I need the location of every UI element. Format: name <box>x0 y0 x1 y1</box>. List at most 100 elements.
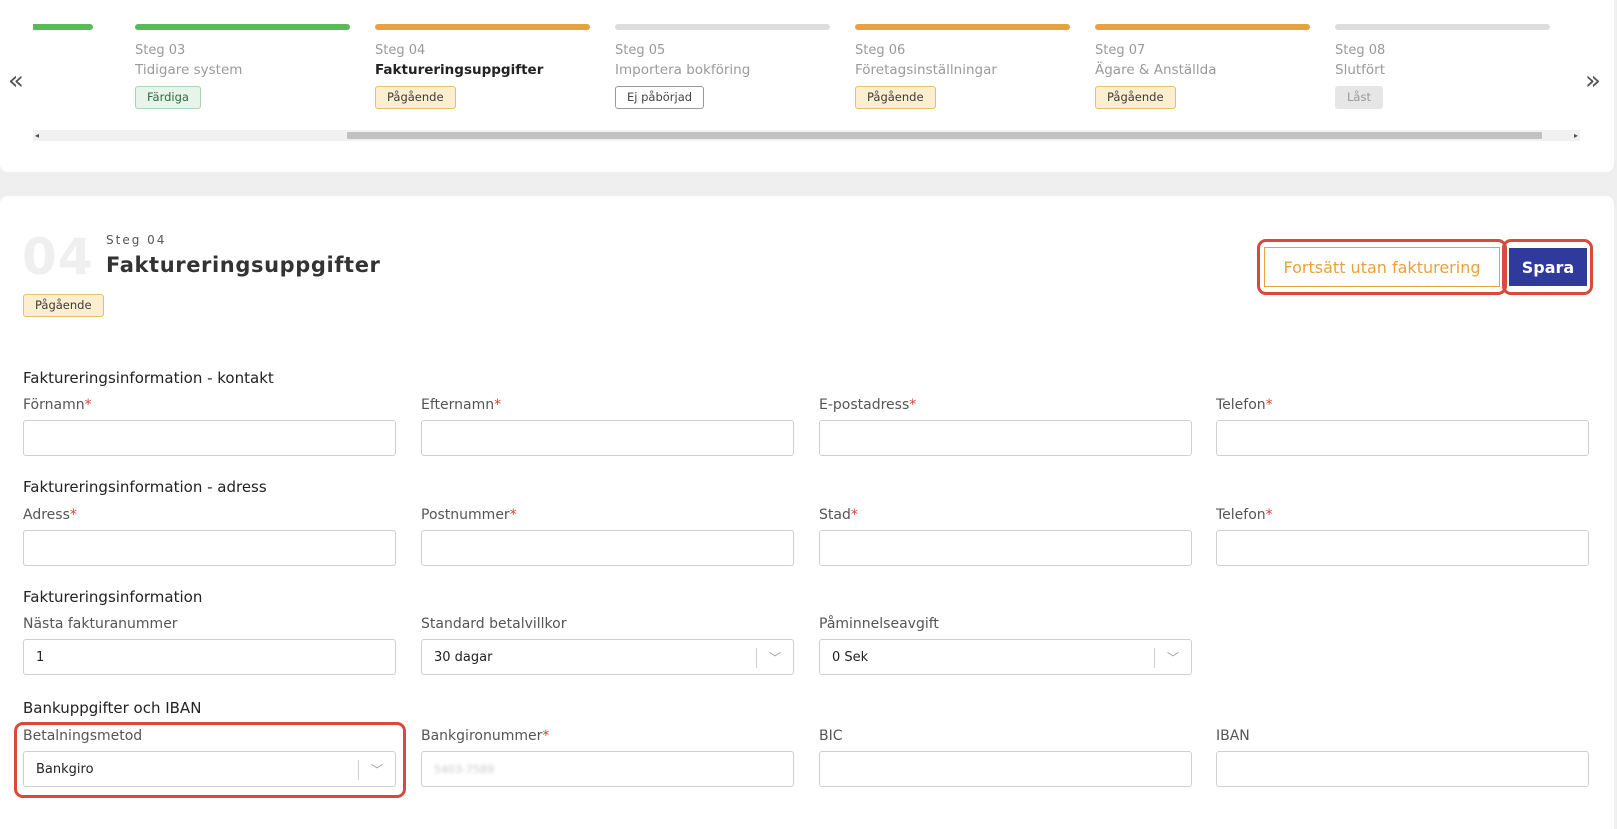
last-name-input[interactable] <box>421 420 794 456</box>
step-item-02[interactable] <box>33 24 93 124</box>
payment-method-label: Betalningsmetod <box>23 728 143 744</box>
required-marker: * <box>69 507 77 523</box>
required-marker: * <box>850 507 858 523</box>
scrollbar-thumb[interactable] <box>347 132 1542 139</box>
label-text: Bankgironummer <box>421 728 543 744</box>
page-status-badge: Pågående <box>23 294 104 317</box>
input-value: 1 <box>36 649 45 665</box>
page-step-label: Steg 04 <box>106 233 167 247</box>
iban-label: IBAN <box>1216 728 1250 744</box>
last-name-label: Efternamn* <box>421 397 501 413</box>
stepper-card: « Steg 03 Tidigare system Färdiga Steg 0… <box>0 0 1614 172</box>
step-item-06[interactable]: Steg 06 Företagsinställningar Pågående <box>855 24 1070 124</box>
step-progress-bar <box>33 24 93 30</box>
first-name-label: Förnamn* <box>23 397 92 413</box>
city-input[interactable] <box>819 530 1192 566</box>
required-marker: * <box>1265 397 1273 413</box>
city-label: Stad* <box>819 507 858 523</box>
bic-input[interactable] <box>819 751 1192 787</box>
chevron-down-icon[interactable]: ﹀ <box>769 649 781 666</box>
step-progress-bar <box>1095 24 1310 30</box>
payment-terms-label: Standard betalvillkor <box>421 616 567 632</box>
select-separator <box>1154 648 1155 668</box>
step-title: Importera bokföring <box>615 62 751 78</box>
select-separator <box>756 648 757 668</box>
section-title-bank: Bankuppgifter och IBAN <box>23 699 202 717</box>
step-progress-bar <box>855 24 1070 30</box>
step-big-number: 04 <box>22 228 94 286</box>
step-progress-bar <box>1335 24 1550 30</box>
main-card: 04 Steg 04 Faktureringsuppgifter Pågåend… <box>0 196 1614 829</box>
email-input[interactable] <box>819 420 1192 456</box>
save-button[interactable]: Spara <box>1509 248 1587 286</box>
required-marker: * <box>494 397 502 413</box>
label-text: Adress <box>23 507 70 523</box>
first-name-input[interactable] <box>23 420 396 456</box>
reminder-fee-select[interactable]: 0 Sek ﹀ <box>819 639 1192 675</box>
required-marker: * <box>909 397 917 413</box>
address-phone-input[interactable] <box>1216 530 1589 566</box>
chevron-down-icon[interactable]: ﹀ <box>1167 649 1179 666</box>
horizontal-scrollbar[interactable]: ◂ ▸ <box>33 130 1580 141</box>
contact-phone-input[interactable] <box>1216 420 1589 456</box>
label-text: Telefon <box>1216 397 1266 413</box>
section-title-invoicing: Faktureringsinformation <box>23 588 203 606</box>
stepper-prev-icon[interactable]: « <box>8 68 24 94</box>
step-item-05[interactable]: Steg 05 Importera bokföring Ej påbörjad <box>615 24 830 124</box>
address-phone-label: Telefon* <box>1216 507 1273 523</box>
input-value: 5403-7589 <box>434 762 494 776</box>
step-title: Ägare & Anställda <box>1095 62 1217 78</box>
step-title: Slutfört <box>1335 62 1386 78</box>
steps-viewport: Steg 03 Tidigare system Färdiga Steg 04 … <box>33 0 1580 125</box>
step-number: Steg 08 <box>1335 43 1386 58</box>
payment-terms-select[interactable]: 30 dagar ﹀ <box>421 639 794 675</box>
bankgiro-label: Bankgironummer* <box>421 728 549 744</box>
status-badge: Pågående <box>855 86 936 109</box>
label-text: Efternamn <box>421 397 495 413</box>
next-invoice-input[interactable]: 1 <box>23 639 396 675</box>
postal-code-input[interactable] <box>421 530 794 566</box>
status-badge: Färdiga <box>135 86 201 109</box>
bankgiro-input[interactable]: 5403-7589 <box>421 751 794 787</box>
next-invoice-label: Nästa fakturanummer <box>23 616 178 632</box>
section-title-address: Faktureringsinformation - adress <box>23 478 267 496</box>
step-item-08[interactable]: Steg 08 Slutfört Låst <box>1335 24 1550 124</box>
label-text: Postnummer <box>421 507 510 523</box>
reminder-fee-label: Påminnelseavgift <box>819 616 939 632</box>
step-number: Steg 03 <box>135 43 186 58</box>
step-item-03[interactable]: Steg 03 Tidigare system Färdiga <box>135 24 350 124</box>
section-title-contact: Faktureringsinformation - kontakt <box>23 369 274 387</box>
scroll-right-icon[interactable]: ▸ <box>1574 131 1578 140</box>
status-badge: Pågående <box>1095 86 1176 109</box>
postal-code-label: Postnummer* <box>421 507 517 523</box>
label-text: Telefon <box>1216 507 1266 523</box>
payment-method-select[interactable]: Bankgiro ﹀ <box>23 751 396 787</box>
required-marker: * <box>1265 507 1273 523</box>
step-number: Steg 07 <box>1095 43 1146 58</box>
chevron-down-icon[interactable]: ﹀ <box>371 761 383 778</box>
step-item-07[interactable]: Steg 07 Ägare & Anställda Pågående <box>1095 24 1310 124</box>
contact-phone-label: Telefon* <box>1216 397 1273 413</box>
step-title: Företagsinställningar <box>855 62 997 78</box>
address-input[interactable] <box>23 530 396 566</box>
step-item-04[interactable]: Steg 04 Faktureringsuppgifter Pågående <box>375 24 590 124</box>
step-title: Tidigare system <box>135 62 243 78</box>
step-number: Steg 05 <box>615 43 666 58</box>
label-text: E-postadress <box>819 397 910 413</box>
step-title: Faktureringsuppgifter <box>375 62 544 78</box>
status-badge: Låst <box>1335 86 1383 109</box>
iban-input[interactable] <box>1216 751 1589 787</box>
required-marker: * <box>542 728 550 744</box>
required-marker: * <box>84 397 92 413</box>
email-label: E-postadress* <box>819 397 916 413</box>
scroll-left-icon[interactable]: ◂ <box>35 131 39 140</box>
continue-without-invoicing-button[interactable]: Fortsätt utan fakturering <box>1264 247 1500 287</box>
step-progress-bar <box>615 24 830 30</box>
label-text: Förnamn <box>23 397 85 413</box>
stepper-next-icon[interactable]: » <box>1585 68 1601 94</box>
step-number: Steg 06 <box>855 43 906 58</box>
status-badge: Pågående <box>375 86 456 109</box>
status-badge: Ej påbörjad <box>615 86 705 109</box>
select-value: Bankgiro <box>36 761 94 777</box>
label-text: Stad <box>819 507 851 523</box>
